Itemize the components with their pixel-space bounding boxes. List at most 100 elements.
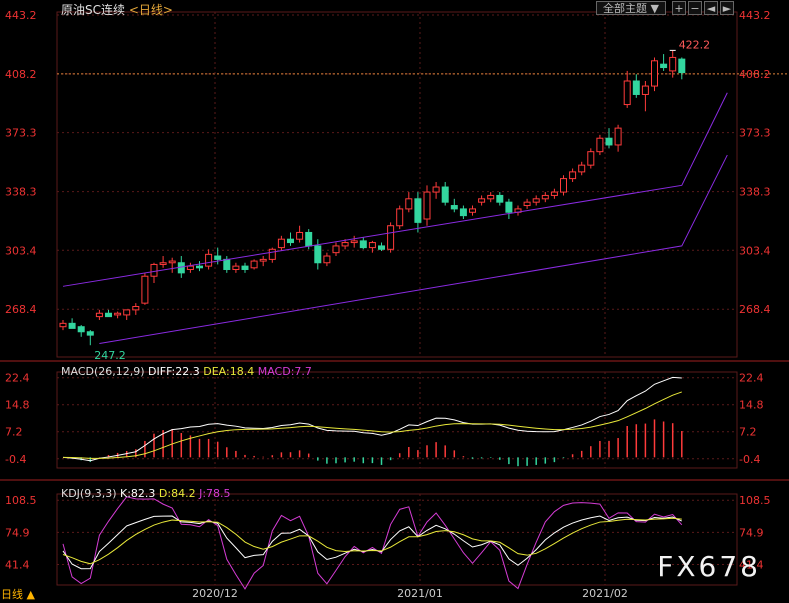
candle-body bbox=[214, 255, 222, 260]
candle-body bbox=[359, 240, 367, 249]
scroll-right-button[interactable]: ► bbox=[720, 1, 734, 15]
dea-line bbox=[62, 391, 682, 459]
candle-body bbox=[405, 198, 413, 210]
chevron-down-icon: ▼ bbox=[650, 2, 659, 15]
candle-body bbox=[77, 326, 85, 333]
x-tick-label: 2021/02 bbox=[582, 587, 628, 600]
candle-body bbox=[159, 262, 167, 265]
macd-legend: MACD(26,12,9) DIFF:22.3 DEA:18.4 MACD:7.… bbox=[61, 365, 312, 378]
candle-body bbox=[68, 322, 76, 329]
candle-body bbox=[487, 194, 495, 200]
candle-body bbox=[132, 306, 140, 311]
candle-body bbox=[541, 194, 549, 200]
candle-body bbox=[332, 245, 340, 254]
macd-label: MACD(26,12,9) bbox=[61, 365, 145, 378]
candle-body bbox=[632, 80, 640, 95]
y-tick-label-right: 338.3 bbox=[739, 186, 771, 199]
candle-body bbox=[550, 191, 558, 196]
candle-body bbox=[669, 56, 677, 72]
candle-body bbox=[250, 260, 258, 269]
candle-body bbox=[641, 85, 649, 95]
candle-body bbox=[469, 208, 476, 213]
macd-y-tick-right: -0.4 bbox=[739, 453, 760, 466]
candle-body bbox=[423, 191, 431, 220]
macd-y-tick-right: 7.2 bbox=[739, 426, 757, 439]
macd-value-label: MACD:7.7 bbox=[257, 365, 312, 378]
candle-body bbox=[105, 312, 112, 318]
kdj-y-tick-right: 108.5 bbox=[739, 494, 771, 507]
candle-body bbox=[651, 60, 658, 87]
watermark-logo: FX678 bbox=[657, 550, 761, 583]
candle-body bbox=[605, 137, 613, 146]
y-tick-label-right: 373.3 bbox=[739, 127, 771, 140]
y-tick-label: 268.4 bbox=[5, 303, 37, 316]
candle-body bbox=[368, 242, 376, 249]
lower-channel-line bbox=[99, 154, 728, 345]
candle-body bbox=[523, 201, 531, 207]
candle-body bbox=[623, 80, 631, 106]
y-tick-label: 338.3 bbox=[5, 186, 37, 199]
dea-label: DEA:18.4 bbox=[203, 365, 255, 378]
candle-body bbox=[123, 309, 131, 316]
period-label[interactable]: <日线> bbox=[129, 3, 173, 17]
candle-body bbox=[150, 263, 158, 277]
candle-body bbox=[296, 231, 304, 240]
y-tick-label: 303.4 bbox=[5, 244, 37, 257]
candle-body bbox=[587, 151, 595, 166]
x-tick-label: 2021/01 bbox=[397, 587, 443, 600]
candle-body bbox=[141, 275, 149, 304]
candle-body bbox=[459, 208, 467, 217]
candle-body bbox=[505, 201, 513, 213]
candle-body bbox=[614, 127, 622, 146]
macd-panel-frame bbox=[56, 371, 738, 469]
zoom-in-button[interactable]: + bbox=[672, 1, 686, 15]
kdj-y-tick-right: 74.9 bbox=[739, 526, 764, 539]
scroll-left-button[interactable]: ◄ bbox=[704, 1, 718, 15]
macd-y-tick-right: 14.8 bbox=[739, 399, 764, 412]
candle-body bbox=[59, 322, 67, 328]
diff-line bbox=[62, 376, 682, 462]
macd-y-tick: 7.2 bbox=[5, 426, 23, 439]
y-tick-label: 373.3 bbox=[5, 127, 37, 140]
candle-body bbox=[478, 198, 486, 203]
candle-body bbox=[660, 63, 668, 69]
candle-body bbox=[341, 242, 349, 247]
low-annotation: 247.2 bbox=[94, 349, 126, 362]
candle-body bbox=[378, 245, 385, 250]
x-tick-label: 2020/12 bbox=[192, 587, 238, 600]
theme-dropdown[interactable]: 全部主题 ▼ bbox=[596, 1, 666, 15]
macd-y-tick-right: 22.4 bbox=[739, 372, 764, 385]
candle-body bbox=[678, 58, 686, 74]
kdj-legend: KDJ(9,3,3) K:82.3 D:84.2 J:78.5 bbox=[61, 487, 231, 500]
kdj-label: KDJ(9,3,3) bbox=[61, 487, 117, 500]
diff-label: DIFF:22.3 bbox=[148, 365, 200, 378]
chart-title: 原油SC连续 <日线> bbox=[61, 1, 173, 18]
y-tick-label-right: 268.4 bbox=[739, 303, 771, 316]
high-annotation: 422.2 bbox=[679, 38, 711, 51]
candle-body bbox=[205, 253, 213, 267]
y-tick-label-right: 443.2 bbox=[739, 9, 771, 22]
macd-y-tick: -0.4 bbox=[5, 453, 26, 466]
period-tab[interactable]: 日线 ▲ bbox=[1, 586, 35, 602]
candle-body bbox=[323, 255, 331, 264]
candle-body bbox=[86, 331, 94, 336]
candle-body bbox=[268, 248, 276, 260]
right-icon: ► bbox=[722, 2, 732, 15]
y-tick-label-right: 303.4 bbox=[739, 244, 771, 257]
candle-body bbox=[387, 225, 395, 250]
candle-body bbox=[223, 258, 231, 270]
candle-body bbox=[259, 258, 267, 262]
candle-body bbox=[277, 238, 285, 249]
j-label: J:78.5 bbox=[199, 487, 231, 500]
candle-body bbox=[496, 194, 504, 203]
plus-icon: + bbox=[674, 2, 684, 15]
zoom-out-button[interactable]: − bbox=[688, 1, 702, 15]
main-panel-frame bbox=[56, 11, 738, 358]
kdj-y-tick: 41.4 bbox=[5, 559, 30, 572]
candle-body bbox=[196, 265, 203, 269]
kdj-panel-frame bbox=[56, 493, 738, 586]
kdj-y-tick: 74.9 bbox=[5, 526, 30, 539]
k-line bbox=[62, 515, 683, 570]
kdj-y-tick: 108.5 bbox=[5, 494, 37, 507]
j-line bbox=[62, 496, 683, 590]
